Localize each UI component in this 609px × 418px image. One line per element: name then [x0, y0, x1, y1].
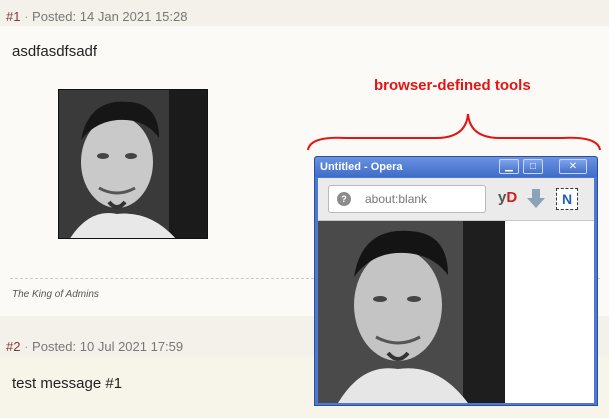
post-2-posted-date: 10 Jul 2021 17:59 [79, 339, 184, 354]
post-1-message: asdfasdfsadf [12, 43, 98, 60]
opera-toolbar: ? about:blank yD N [318, 178, 594, 221]
post-1-avatar-photo [58, 89, 208, 239]
meta-separator: · [24, 9, 33, 24]
yd-letter-d: D [506, 189, 518, 206]
post-1-posted-label: Posted: [32, 9, 77, 24]
maximize-button[interactable]: □ [523, 159, 543, 174]
opera-page-content [318, 221, 594, 403]
download-arrow-icon[interactable] [526, 188, 546, 210]
post-1-posted-date: 14 Jan 2021 15:28 [79, 9, 188, 24]
post-2-posted-label: Posted: [32, 339, 77, 354]
yandex-disk-tool-button[interactable]: yD [498, 189, 517, 206]
meta-separator: · [24, 339, 33, 354]
address-text: about:blank [365, 192, 428, 206]
post-2-message: test message #1 [12, 375, 123, 392]
close-icon: ✕ [568, 161, 578, 172]
opera-window[interactable]: Untitled - Opera ▁ □ ✕ ? about:blank yD … [314, 156, 598, 406]
post-2-meta: #2 · Posted: 10 Jul 2021 17:59 [6, 339, 183, 354]
site-info-icon[interactable]: ? [337, 192, 351, 206]
annotation-brace [307, 113, 601, 151]
close-button[interactable]: ✕ [559, 159, 587, 174]
maximize-icon: □ [529, 161, 537, 172]
annotation-label: browser-defined tools [374, 77, 531, 94]
portrait-image [59, 90, 207, 238]
portrait-image [318, 221, 505, 403]
opera-titlebar[interactable]: Untitled - Opera ▁ □ ✕ [315, 157, 597, 177]
post-2-number-link[interactable]: #2 [6, 339, 20, 354]
post-1-number-link[interactable]: #1 [6, 9, 20, 24]
post-1-meta: #1 · Posted: 14 Jan 2021 15:28 [6, 9, 187, 24]
post-1-header: #1 · Posted: 14 Jan 2021 15:28 [0, 0, 609, 26]
n-extension-button[interactable]: N [556, 188, 578, 210]
minimize-button[interactable]: ▁ [499, 159, 519, 174]
post-1-signature: The King of Admins [12, 289, 99, 300]
opera-page-photo [318, 221, 505, 403]
minimize-icon: ▁ [505, 161, 513, 172]
opera-window-title: Untitled - Opera [320, 161, 403, 173]
address-bar[interactable]: ? about:blank [328, 185, 486, 213]
